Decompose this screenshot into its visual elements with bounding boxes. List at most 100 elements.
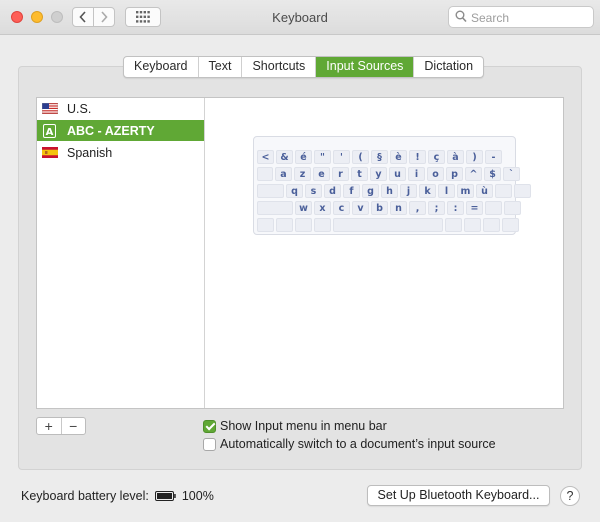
source-item-abc-azerty[interactable]: A ABC - AZERTY: [37, 120, 204, 141]
spain-flag-icon: [42, 147, 58, 158]
keyboard-key: <: [257, 150, 274, 164]
keyboard-key: `: [503, 167, 520, 181]
keyboard-key-spacer: [485, 201, 502, 215]
keyboard-key: h: [381, 184, 398, 198]
keyboard-key: p: [446, 167, 463, 181]
input-source-list[interactable]: U.S. A ABC - AZERTY Spanish: [37, 98, 205, 408]
tab-input-sources[interactable]: Input Sources: [316, 57, 415, 77]
tab-bar: Keyboard Text Shortcuts Input Sources Di…: [123, 56, 485, 78]
keyboard-key: ": [314, 150, 331, 164]
show-input-menu-checkbox[interactable]: [203, 419, 216, 433]
keyboard-key: $: [484, 167, 501, 181]
abc-letter-icon: A: [43, 123, 56, 138]
keyboard-key: §: [371, 150, 388, 164]
keyboard-key-spacer: [257, 167, 273, 181]
keyboard-key: -: [485, 150, 502, 164]
tab-text[interactable]: Text: [199, 57, 243, 77]
keyboard-row: w x c v b n,;: =: [257, 201, 523, 216]
help-button[interactable]: ?: [560, 486, 580, 506]
keyboard-key: o: [427, 167, 444, 181]
search-input[interactable]: [469, 9, 591, 27]
keyboard-key: b: [371, 201, 388, 215]
keyboard-key: ): [466, 150, 483, 164]
tab-dictation[interactable]: Dictation: [414, 57, 483, 77]
keyboard-key: x: [314, 201, 331, 215]
keyboard-key-spacer: [314, 218, 331, 232]
keyboard-key: g: [362, 184, 379, 198]
source-item-spanish[interactable]: Spanish: [37, 142, 204, 163]
battery-label: Keyboard battery level:: [21, 489, 149, 503]
keyboard-key-spacer: [495, 184, 512, 198]
keyboard-key: y: [370, 167, 387, 181]
auto-switch-label: Automatically switch to a document’s inp…: [220, 437, 496, 451]
keyboard-key-spacer: [333, 218, 443, 232]
keyboard-key-spacer: [502, 218, 519, 232]
keyboard-key: à: [447, 150, 464, 164]
keyboard-key: z: [294, 167, 311, 181]
auto-switch-checkbox[interactable]: [203, 437, 216, 451]
keyboard-key-spacer: [295, 218, 312, 232]
keyboard-row: a z e r t y u i o p ^ $ `: [257, 167, 522, 182]
keyboard-key: é: [295, 150, 312, 164]
keyboard-key: s: [305, 184, 322, 198]
battery-value: 100%: [181, 489, 214, 503]
keyboard-key: ç: [428, 150, 445, 164]
show-input-menu-option[interactable]: Show Input menu in menu bar: [203, 419, 387, 433]
keyboard-key-spacer: [504, 201, 521, 215]
keyboard-key: r: [332, 167, 349, 181]
keyboard-key: e: [313, 167, 330, 181]
keyboard-key-spacer: [483, 218, 500, 232]
keyboard-key-spacer: [257, 184, 284, 198]
source-item-us[interactable]: U.S.: [37, 98, 204, 119]
search-icon: [455, 10, 467, 23]
keyboard-key: =: [466, 201, 483, 215]
keyboard-key: &: [276, 150, 293, 164]
us-flag-icon: [42, 103, 58, 114]
keyboard-key: c: [333, 201, 350, 215]
keyboard-key: n: [390, 201, 407, 215]
remove-source-button[interactable]: −: [62, 418, 86, 434]
keyboard-row-bottom: [257, 218, 521, 233]
keyboard-key-spacer: [276, 218, 293, 232]
setup-bluetooth-keyboard-button[interactable]: Set Up Bluetooth Keyboard...: [367, 485, 550, 506]
keyboard-key-spacer: [514, 184, 531, 198]
keyboard-key: ^: [465, 167, 482, 181]
keyboard-layout-preview: < & é " '(§ è! ç à) - a z e r t y u i o p ^ $ ` qsdfghjklmù …: [253, 136, 531, 235]
add-remove-control: + −: [36, 417, 86, 435]
source-label: U.S.: [67, 101, 92, 116]
keyboard-key: (: [352, 150, 369, 164]
keyboard-key: !: [409, 150, 426, 164]
tab-shortcuts[interactable]: Shortcuts: [242, 57, 317, 77]
keyboard-key: ù: [476, 184, 493, 198]
auto-switch-option[interactable]: Automatically switch to a document’s inp…: [203, 437, 496, 451]
keyboard-key: k: [419, 184, 436, 198]
keyboard-key: :: [447, 201, 464, 215]
keyboard-key: ;: [428, 201, 445, 215]
svg-text:A: A: [46, 127, 54, 138]
add-source-button[interactable]: +: [37, 418, 62, 434]
keyboard-key: i: [408, 167, 425, 181]
keyboard-key-spacer: [257, 218, 274, 232]
search-field[interactable]: [448, 6, 594, 28]
keyboard-preview-area: < & é " '(§ è! ç à) - a z e r t y u i o p ^ $ ` qsdfghjklmù …: [205, 98, 563, 408]
source-label: Spanish: [67, 145, 113, 160]
keyboard-key-spacer: [464, 218, 481, 232]
keyboard-key: v: [352, 201, 369, 215]
keyboard-row: qsdfghjklmù: [257, 184, 533, 199]
keyboard-key: q: [286, 184, 303, 198]
show-input-menu-label: Show Input menu in menu bar: [220, 419, 387, 433]
keyboard-key: l: [438, 184, 455, 198]
keyboard-key: t: [351, 167, 368, 181]
keyboard-key: m: [457, 184, 474, 198]
battery-icon: [154, 491, 176, 501]
keyboard-row: < & é " '(§ è! ç à) -: [257, 150, 504, 165]
keyboard-key: ,: [409, 201, 426, 215]
keyboard-key: d: [324, 184, 341, 198]
keyboard-key: w: [295, 201, 312, 215]
keyboard-key: ': [333, 150, 350, 164]
keyboard-key-spacer: [445, 218, 462, 232]
battery-status: Keyboard battery level: 100%: [21, 489, 214, 503]
keyboard-key: a: [275, 167, 292, 181]
tab-keyboard[interactable]: Keyboard: [124, 57, 199, 77]
keyboard-key-spacer: [257, 201, 293, 215]
